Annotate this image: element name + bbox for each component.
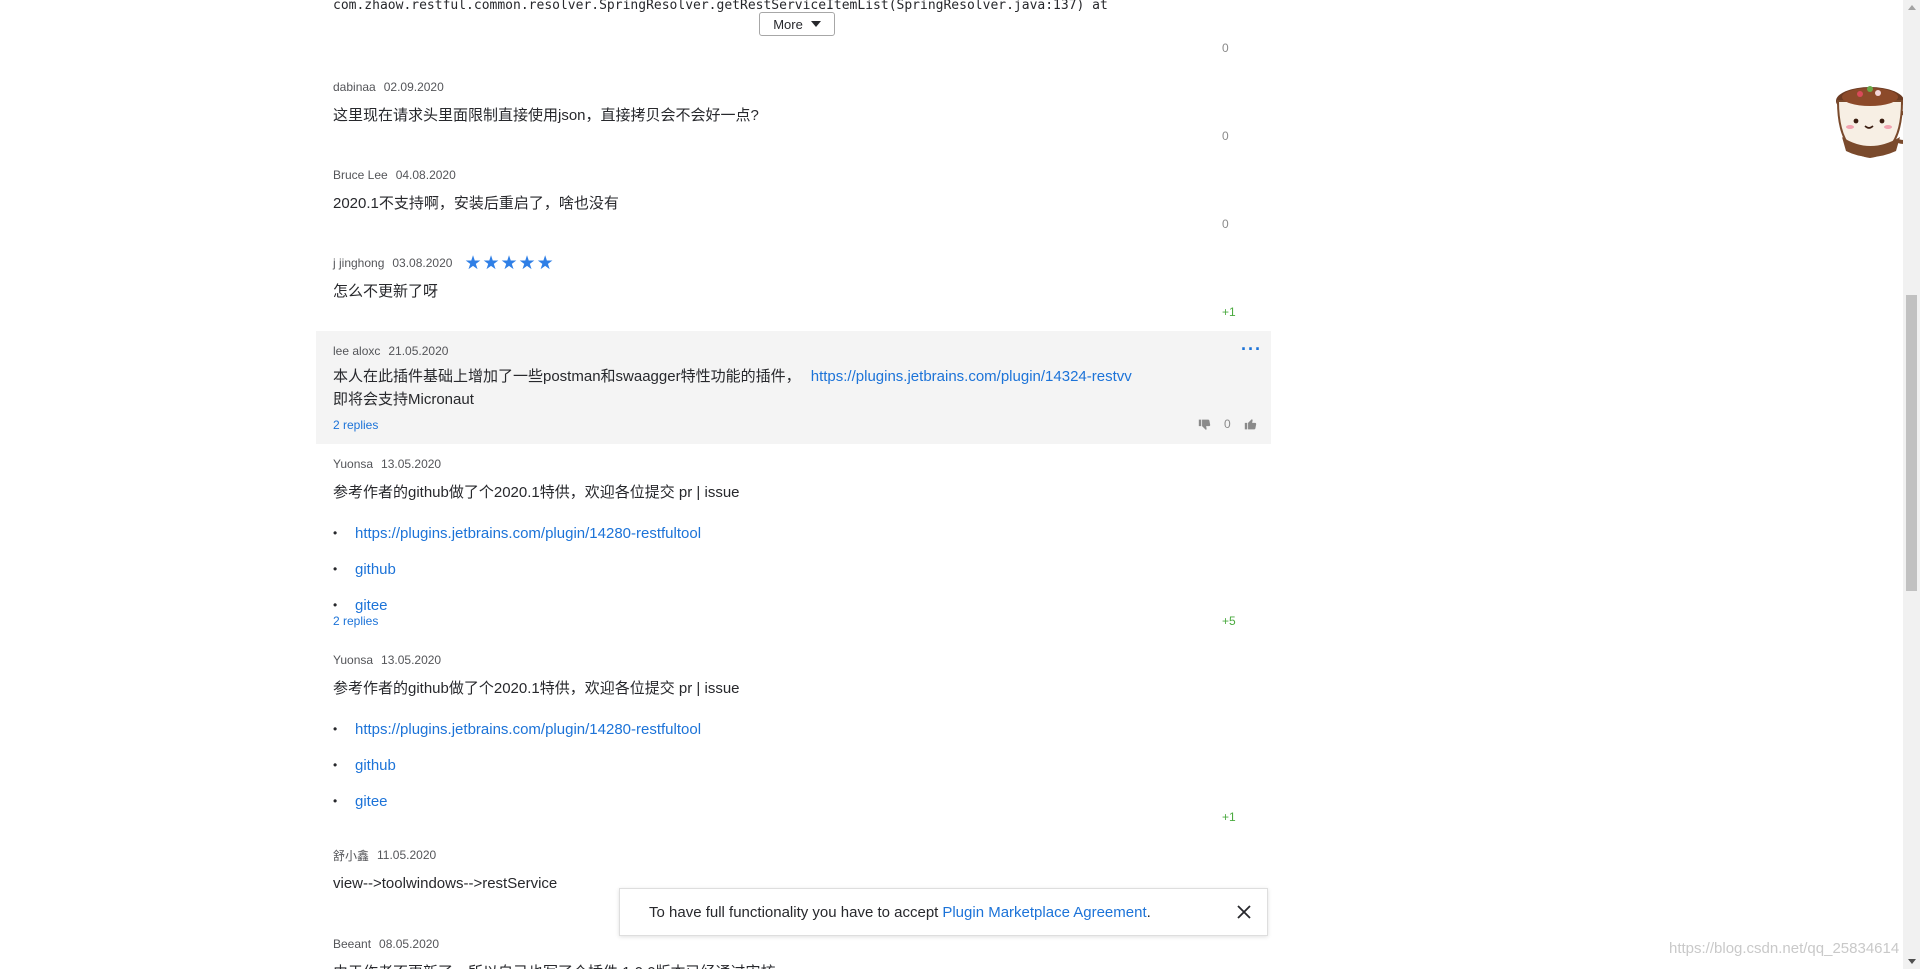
comment-author[interactable]: Beeant xyxy=(333,937,371,951)
comment-item-highlighted: lee aloxc 21.05.2020 本人在此插件基础上增加了一些postm… xyxy=(316,331,1271,444)
close-icon[interactable] xyxy=(1233,901,1255,923)
comment-date: 08.05.2020 xyxy=(379,937,440,951)
vote-count: 0 xyxy=(1224,417,1231,431)
plugin-link[interactable]: https://plugins.jetbrains.com/plugin/143… xyxy=(811,368,1132,385)
gitee-link[interactable]: gitee xyxy=(355,793,388,810)
comment-item: Yuonsa 13.05.2020 参考作者的github做了个2020.1特供… xyxy=(316,652,1271,819)
vote-count: 0 xyxy=(1222,129,1229,143)
comment-author[interactable]: 舒小鑫 xyxy=(333,847,369,864)
comment-date: 03.08.2020 xyxy=(392,256,453,270)
scrollbar-thumb[interactable] xyxy=(1906,295,1917,591)
github-link[interactable]: github xyxy=(355,561,396,578)
list-item: • gitee xyxy=(333,792,388,810)
gitee-link[interactable]: gitee xyxy=(355,597,388,614)
agreement-notification: To have full functionality you have to a… xyxy=(619,888,1268,936)
thumb-up-icon[interactable] xyxy=(1244,418,1257,431)
comment-date: 13.05.2020 xyxy=(381,457,442,471)
list-item: • github xyxy=(333,756,396,774)
more-button-label: More xyxy=(773,16,803,32)
comment-date: 02.09.2020 xyxy=(383,80,444,94)
comment-author[interactable]: dabinaa xyxy=(333,80,376,94)
list-item: • https://plugins.jetbrains.com/plugin/14… xyxy=(333,524,702,542)
comment-author[interactable]: Yuonsa xyxy=(333,653,373,667)
comment-text: 这里现在请求头里面限制直接使用json，直接拷贝会不会好一点? xyxy=(333,107,759,124)
comment-text: 2020.1不支持啊，安装后重启了，啥也没有 xyxy=(333,195,619,212)
comment-date: 04.08.2020 xyxy=(395,168,456,182)
comment-text: 怎么不更新了呀 xyxy=(333,283,439,300)
comment-date: 13.05.2020 xyxy=(381,653,442,667)
comment-author[interactable]: lee aloxc xyxy=(333,344,380,358)
comment-item: Beeant 08.05.2020 由于作者不更新了，所以自己也写了个插件 1.… xyxy=(316,936,1271,969)
notification-text: To have full functionality you have to a… xyxy=(649,903,939,921)
comment-date: 21.05.2020 xyxy=(388,344,449,358)
replies-link[interactable]: 2 replies xyxy=(333,614,378,628)
watermark-text: https://blog.csdn.net/qq_25834614 xyxy=(1669,940,1900,957)
vote-count: 0 xyxy=(1222,217,1229,231)
plugin-reviews-page: com.zhaow.restful.common.resolver.Spring… xyxy=(0,0,1920,969)
vote-count: 0 xyxy=(1222,41,1229,55)
comment-item: j jinghong 03.08.2020 ★★★★★ 怎么不更新了呀 xyxy=(316,252,1271,303)
list-item: • github xyxy=(333,560,396,578)
github-link[interactable]: github xyxy=(355,757,396,774)
comment-text: 参考作者的github做了个2020.1特供，欢迎各位提交 pr | issue xyxy=(333,484,740,501)
stacktrace-line: com.zhaow.restful.common.resolver.Spring… xyxy=(333,0,1108,13)
rating-stars-icon: ★★★★★ xyxy=(464,252,555,274)
comment-text: 由于作者不更新了，所以自己也写了个插件 1.0.0版本已经通过审核 xyxy=(333,961,1271,969)
thumb-down-icon[interactable] xyxy=(1198,418,1211,431)
link-list: • https://plugins.jetbrains.com/plugin/14… xyxy=(333,711,1271,819)
comment-author[interactable]: Yuonsa xyxy=(333,457,373,471)
comment-item: Yuonsa 13.05.2020 参考作者的github做了个2020.1特供… xyxy=(316,456,1271,623)
comment-date: 11.05.2020 xyxy=(377,848,437,862)
plugin-link[interactable]: https://plugins.jetbrains.com/plugin/142… xyxy=(355,721,701,738)
link-list: • https://plugins.jetbrains.com/plugin/14… xyxy=(333,515,1271,623)
vertical-scrollbar[interactable] xyxy=(1903,0,1920,969)
scroll-up-icon[interactable] xyxy=(1908,5,1916,10)
more-options-icon[interactable]: ··· xyxy=(1241,339,1262,360)
comment-author[interactable]: j jinghong xyxy=(333,256,384,270)
plugin-link[interactable]: https://plugins.jetbrains.com/plugin/142… xyxy=(355,525,701,542)
comment-item: dabinaa 02.09.2020 这里现在请求头里面限制直接使用json，直… xyxy=(316,79,1271,127)
vote-count: +1 xyxy=(1222,810,1236,824)
comment-text-line2: 即将会支持Micronaut xyxy=(333,391,474,408)
scroll-down-icon[interactable] xyxy=(1908,959,1916,964)
comment-author[interactable]: Bruce Lee xyxy=(333,168,388,182)
list-item: • https://plugins.jetbrains.com/plugin/14… xyxy=(333,720,702,738)
list-item: • gitee xyxy=(333,596,388,614)
caret-down-icon xyxy=(810,21,821,27)
comment-item: Bruce Lee 04.08.2020 2020.1不支持啊，安装后重启了，啥… xyxy=(316,167,1271,215)
agreement-link[interactable]: Plugin Marketplace Agreement xyxy=(942,904,1146,921)
vote-controls: 0 xyxy=(1198,417,1257,431)
vote-count: +5 xyxy=(1222,614,1236,628)
vote-count: +1 xyxy=(1222,305,1236,319)
notification-suffix: . xyxy=(1146,903,1151,921)
comment-text: 参考作者的github做了个2020.1特供，欢迎各位提交 pr | issue xyxy=(333,680,740,697)
comment-text: 本人在此插件基础上增加了一些postman和swaagger特性功能的插件， xyxy=(333,368,801,385)
more-button[interactable]: More xyxy=(759,12,835,36)
replies-link[interactable]: 2 replies xyxy=(333,418,378,432)
